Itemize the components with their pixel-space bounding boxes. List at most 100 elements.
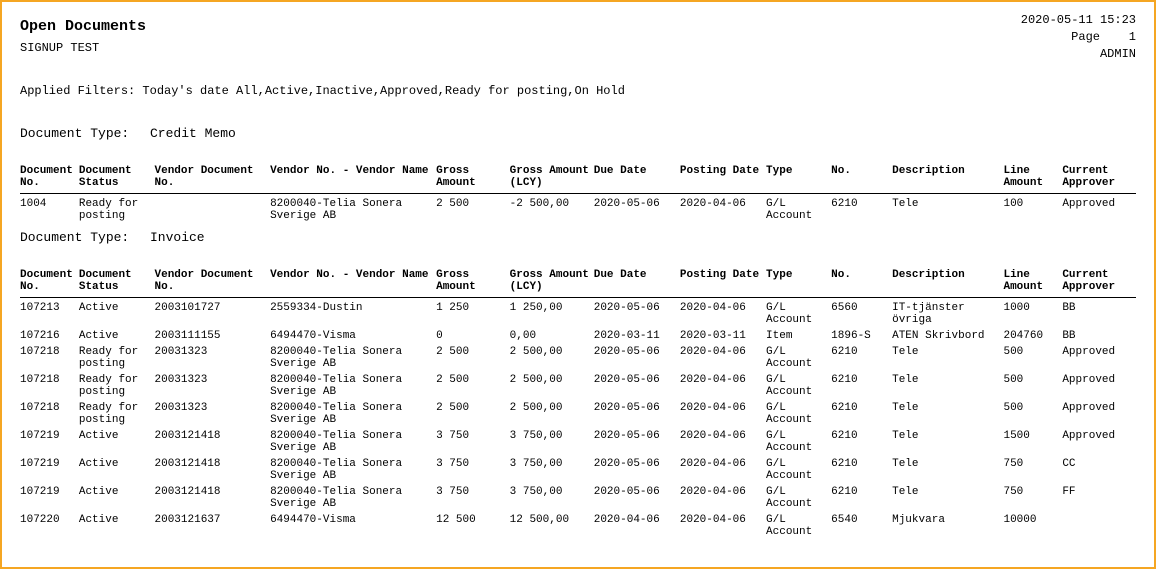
cell-due_date: 2020-05-06 [594,456,680,484]
cell-doc_no: 107219 [20,484,79,512]
cell-doc_no: 107220 [20,512,79,540]
cell-vendor: 8200040-Telia Sonera Sverige AB [270,400,436,428]
report-header: Open Documents SIGNUP TEST 2020-05-11 15… [20,12,1136,62]
cell-no: 6210 [831,194,892,225]
cell-gross: 3 750 [436,484,510,512]
cell-gross: 2 500 [436,372,510,400]
table-row: 107219Active20031214188200040-Telia Sone… [20,484,1136,512]
cell-vendor_doc_no: 20031323 [155,400,271,428]
cell-no: 6210 [831,400,892,428]
page-label: Page [1071,30,1100,44]
cell-doc_no: 107213 [20,298,79,329]
cell-approver [1062,512,1136,540]
cell-posting_date: 2020-04-06 [680,372,766,400]
cell-gross_lcy: 2 500,00 [510,372,594,400]
column-header-posting_date: Posting Date [680,267,766,298]
cell-doc_status: Ready for posting [79,400,155,428]
column-header-no: No. [831,267,892,298]
cell-posting_date: 2020-04-06 [680,512,766,540]
cell-gross_lcy: 12 500,00 [510,512,594,540]
documents-table: Document No.Document StatusVendor Docume… [20,163,1136,224]
column-header-line_amount: Line Amount [1003,267,1062,298]
cell-type: G/L Account [766,372,831,400]
cell-no: 6560 [831,298,892,329]
cell-type: G/L Account [766,344,831,372]
cell-type: G/L Account [766,428,831,456]
report-timestamp: 2020-05-11 15:23 [1021,12,1136,29]
column-header-vendor: Vendor No. - Vendor Name [270,267,436,298]
column-header-vendor_doc_no: Vendor Document No. [155,267,271,298]
cell-doc_status: Active [79,456,155,484]
cell-gross_lcy: 2 500,00 [510,344,594,372]
cell-gross_lcy: 1 250,00 [510,298,594,329]
table-row: 107219Active20031214188200040-Telia Sone… [20,428,1136,456]
table-row: 107218Ready for posting200313238200040-T… [20,344,1136,372]
cell-approver: BB [1062,298,1136,329]
column-header-approver: Current Approver [1062,267,1136,298]
cell-line_amount: 500 [1003,372,1062,400]
cell-line_amount: 750 [1003,456,1062,484]
cell-gross: 1 250 [436,298,510,329]
cell-doc_no: 107218 [20,400,79,428]
filters-label: Applied Filters: [20,84,135,98]
column-header-posting_date: Posting Date [680,163,766,194]
cell-description: IT-tjänster övriga [892,298,1003,329]
cell-due_date: 2020-05-06 [594,400,680,428]
report-page: Open Documents SIGNUP TEST 2020-05-11 15… [0,0,1156,569]
cell-approver: BB [1062,328,1136,344]
page-title: Open Documents [20,18,146,35]
column-header-doc_status: Document Status [79,163,155,194]
column-header-description: Description [892,267,1003,298]
cell-doc_status: Ready for posting [79,194,155,225]
cell-vendor: 6494470-Visma [270,512,436,540]
table-row: 1004Ready for posting8200040-Telia Soner… [20,194,1136,225]
cell-doc_no: 107216 [20,328,79,344]
column-header-description: Description [892,163,1003,194]
column-header-line_amount: Line Amount [1003,163,1062,194]
cell-description: Mjukvara [892,512,1003,540]
cell-gross_lcy: -2 500,00 [510,194,594,225]
table-row: 107220Active20031216376494470-Visma12 50… [20,512,1136,540]
cell-due_date: 2020-05-06 [594,484,680,512]
table-row: 107218Ready for posting200313238200040-T… [20,372,1136,400]
cell-posting_date: 2020-04-06 [680,484,766,512]
cell-posting_date: 2020-04-06 [680,428,766,456]
column-header-vendor: Vendor No. - Vendor Name [270,163,436,194]
cell-due_date: 2020-05-06 [594,194,680,225]
cell-gross: 2 500 [436,194,510,225]
cell-vendor: 2559334-Dustin [270,298,436,329]
cell-vendor_doc_no [155,194,271,225]
cell-approver: FF [1062,484,1136,512]
cell-description: Tele [892,400,1003,428]
cell-vendor_doc_no: 2003121418 [155,456,271,484]
cell-vendor_doc_no: 20031323 [155,372,271,400]
column-header-doc_no: Document No. [20,267,79,298]
cell-no: 6540 [831,512,892,540]
cell-line_amount: 500 [1003,400,1062,428]
cell-vendor: 8200040-Telia Sonera Sverige AB [270,344,436,372]
document-type-value: Invoice [150,230,205,245]
cell-doc_no: 107219 [20,428,79,456]
column-header-gross_lcy: Gross Amount (LCY) [510,267,594,298]
cell-line_amount: 204760 [1003,328,1062,344]
cell-doc_no: 107218 [20,344,79,372]
cell-line_amount: 10000 [1003,512,1062,540]
cell-description: Tele [892,194,1003,225]
cell-doc_no: 1004 [20,194,79,225]
column-header-due_date: Due Date [594,267,680,298]
document-type-label: Document Type: [20,230,140,245]
cell-approver: Approved [1062,344,1136,372]
cell-type: G/L Account [766,298,831,329]
cell-due_date: 2020-05-06 [594,298,680,329]
documents-table: Document No.Document StatusVendor Docume… [20,267,1136,540]
cell-vendor: 8200040-Telia Sonera Sverige AB [270,484,436,512]
cell-no: 1896-S [831,328,892,344]
column-header-doc_status: Document Status [79,267,155,298]
cell-posting_date: 2020-03-11 [680,328,766,344]
cell-doc_status: Active [79,328,155,344]
cell-approver: Approved [1062,372,1136,400]
column-header-vendor_doc_no: Vendor Document No. [155,163,271,194]
cell-posting_date: 2020-04-06 [680,400,766,428]
report-user: ADMIN [1021,46,1136,63]
column-header-gross: Gross Amount [436,267,510,298]
